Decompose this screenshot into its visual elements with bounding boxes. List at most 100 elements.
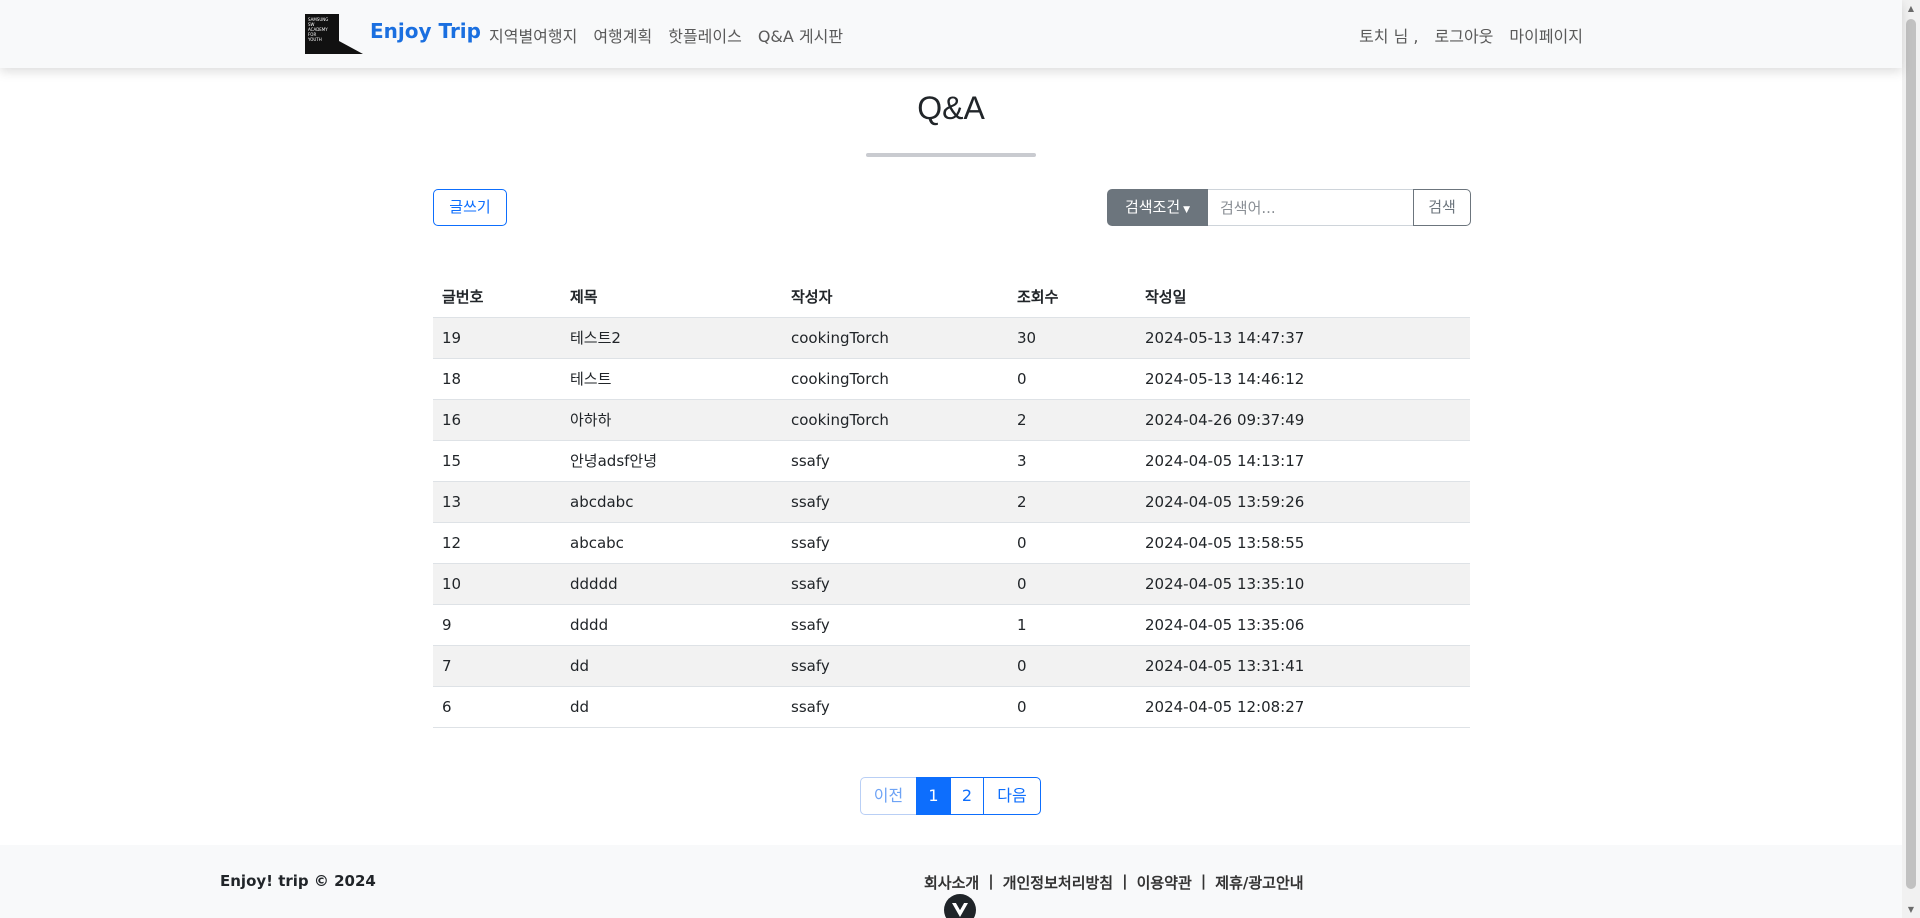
- cell-views: 0: [1008, 358, 1136, 400]
- cell-number: 18: [433, 358, 561, 400]
- cell-views: 3: [1008, 440, 1136, 482]
- cell-date: 2024-04-05 14:13:17: [1136, 440, 1470, 482]
- logout-link[interactable]: 로그아웃: [1435, 23, 1494, 47]
- table-row[interactable]: 9 dddd ssafy 1 2024-04-05 13:35:06: [433, 604, 1470, 646]
- table-row[interactable]: 16 아하하 cookingTorch 2 2024-04-26 09:37:4…: [433, 399, 1470, 441]
- search-input[interactable]: [1208, 189, 1413, 226]
- cell-views: 30: [1008, 317, 1136, 359]
- cell-title[interactable]: ddddd: [561, 563, 782, 605]
- cell-writer: ssafy: [782, 522, 1008, 564]
- footer-link-terms[interactable]: 이용약관: [1137, 872, 1192, 893]
- cell-title[interactable]: dddd: [561, 604, 782, 646]
- user-nav: 토치 님 , 로그아웃 마이페이지: [1359, 23, 1583, 47]
- nav-link-qna-board[interactable]: Q&A 게시판: [758, 23, 843, 47]
- vue-devtools-icon[interactable]: [944, 894, 976, 918]
- pagination-next[interactable]: 다음: [983, 777, 1041, 815]
- cell-views: 0: [1008, 522, 1136, 564]
- cell-date: 2024-05-13 14:47:37: [1136, 317, 1470, 359]
- cell-title[interactable]: abcabc: [561, 522, 782, 564]
- cell-date: 2024-04-05 13:35:06: [1136, 604, 1470, 646]
- column-header-views: 조회수: [1008, 276, 1136, 318]
- cell-views: 0: [1008, 686, 1136, 728]
- footer-link-privacy[interactable]: 개인정보처리방침: [1003, 872, 1113, 893]
- user-greeting: 토치 님 ,: [1359, 27, 1419, 46]
- footer-link-partnership[interactable]: 제휴/광고안내: [1215, 872, 1303, 893]
- svg-text:YOUTH: YOUTH: [307, 37, 322, 42]
- main-nav: 지역별여행지 여행계획 핫플레이스 Q&A 게시판: [489, 23, 843, 47]
- pagination-prev[interactable]: 이전: [860, 777, 917, 815]
- cell-views: 1: [1008, 604, 1136, 646]
- cell-writer: cookingTorch: [782, 399, 1008, 441]
- vertical-scrollbar[interactable]: ▲ ▼: [1902, 0, 1920, 918]
- cell-number: 10: [433, 563, 561, 605]
- column-header-title: 제목: [561, 276, 782, 318]
- cell-views: 0: [1008, 645, 1136, 687]
- cell-writer: ssafy: [782, 563, 1008, 605]
- cell-date: 2024-04-05 13:58:55: [1136, 522, 1470, 564]
- table-row[interactable]: 15 안녕adsf안녕 ssafy 3 2024-04-05 14:13:17: [433, 440, 1470, 482]
- search-condition-dropdown[interactable]: 검색조건 ▼: [1107, 189, 1208, 226]
- scroll-down-arrow-icon[interactable]: ▼: [1902, 901, 1920, 918]
- copyright-text: Enjoy! trip © 2024: [220, 872, 376, 890]
- table-row[interactable]: 6 dd ssafy 0 2024-04-05 12:08:27: [433, 686, 1470, 728]
- footer-separator: |: [1200, 872, 1207, 890]
- search-group: 검색조건 ▼ 검색: [1107, 189, 1471, 226]
- scrollbar-thumb[interactable]: [1906, 19, 1916, 889]
- nav-link-regional-destinations[interactable]: 지역별여행지: [489, 23, 577, 47]
- table-row[interactable]: 18 테스트 cookingTorch 0 2024-05-13 14:46:1…: [433, 358, 1470, 400]
- write-button[interactable]: 글쓰기: [433, 189, 507, 226]
- column-header-number: 글번호: [433, 276, 561, 318]
- cell-writer: ssafy: [782, 686, 1008, 728]
- cell-writer: ssafy: [782, 440, 1008, 482]
- cell-views: 2: [1008, 399, 1136, 441]
- cell-title[interactable]: 테스트2: [561, 317, 782, 359]
- mypage-link[interactable]: 마이페이지: [1509, 23, 1583, 47]
- footer-link-about[interactable]: 회사소개: [924, 872, 979, 893]
- cell-number: 7: [433, 645, 561, 687]
- nav-link-travel-plan[interactable]: 여행계획: [593, 23, 652, 47]
- nav-link-hotplace[interactable]: 핫플레이스: [668, 23, 742, 47]
- cell-date: 2024-04-05 13:35:10: [1136, 563, 1470, 605]
- scroll-up-arrow-icon[interactable]: ▲: [1902, 0, 1920, 17]
- cell-date: 2024-04-26 09:37:49: [1136, 399, 1470, 441]
- cell-date: 2024-04-05 13:59:26: [1136, 481, 1470, 523]
- table-row[interactable]: 19 테스트2 cookingTorch 30 2024-05-13 14:47…: [433, 317, 1470, 359]
- footer-links: 회사소개 | 개인정보처리방침 | 이용약관 | 제휴/광고안내: [924, 872, 1304, 893]
- brand-name[interactable]: Enjoy Trip: [370, 19, 481, 43]
- cell-number: 12: [433, 522, 561, 564]
- cell-number: 15: [433, 440, 561, 482]
- qna-board-table: 글번호 제목 작성자 조회수 작성일 19 테스트2 cookingTorch …: [433, 276, 1470, 728]
- cell-number: 16: [433, 399, 561, 441]
- logo[interactable]: SAMSUNG SW ACADEMY FOR YOUTH: [305, 14, 363, 54]
- search-condition-label: 검색조건: [1124, 198, 1181, 216]
- cell-writer: ssafy: [782, 604, 1008, 646]
- cell-number: 19: [433, 317, 561, 359]
- pagination-page-2[interactable]: 2: [950, 777, 984, 815]
- column-header-date: 작성일: [1136, 276, 1470, 318]
- cell-writer: ssafy: [782, 481, 1008, 523]
- cell-title[interactable]: 테스트: [561, 358, 782, 400]
- title-underline: [866, 153, 1036, 157]
- cell-number: 6: [433, 686, 561, 728]
- table-row[interactable]: 12 abcabc ssafy 0 2024-04-05 13:58:55: [433, 522, 1470, 564]
- table-row[interactable]: 13 abcdabc ssafy 2 2024-04-05 13:59:26: [433, 481, 1470, 523]
- cell-date: 2024-04-05 13:31:41: [1136, 645, 1470, 687]
- pagination: 이전 1 2 다음: [860, 777, 1041, 815]
- search-button[interactable]: 검색: [1413, 189, 1471, 226]
- cell-writer: ssafy: [782, 645, 1008, 687]
- cell-title[interactable]: 안녕adsf안녕: [561, 440, 782, 482]
- table-row[interactable]: 10 ddddd ssafy 0 2024-04-05 13:35:10: [433, 563, 1470, 605]
- cell-title[interactable]: dd: [561, 645, 782, 687]
- top-navbar: SAMSUNG SW ACADEMY FOR YOUTH Enjoy Trip …: [0, 0, 1902, 68]
- footer-separator: |: [1122, 872, 1128, 890]
- cell-title[interactable]: dd: [561, 686, 782, 728]
- footer-separator: |: [988, 872, 994, 890]
- pagination-page-1[interactable]: 1: [916, 777, 951, 815]
- cell-writer: cookingTorch: [782, 358, 1008, 400]
- cell-date: 2024-05-13 14:46:12: [1136, 358, 1470, 400]
- cell-title[interactable]: abcdabc: [561, 481, 782, 523]
- cell-writer: cookingTorch: [782, 317, 1008, 359]
- table-row[interactable]: 7 dd ssafy 0 2024-04-05 13:31:41: [433, 645, 1470, 687]
- caret-down-icon: ▼: [1183, 205, 1191, 215]
- cell-title[interactable]: 아하하: [561, 399, 782, 441]
